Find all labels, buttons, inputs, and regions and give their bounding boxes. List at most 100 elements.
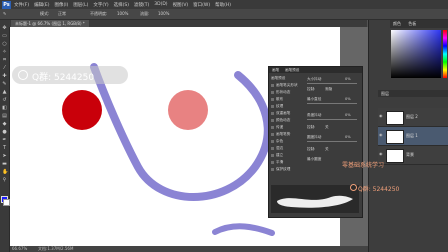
menu-image[interactable]: 图像(I) <box>54 2 68 8</box>
promo-line-1: 零基础系统学习 <box>342 162 385 169</box>
blur-tool-icon[interactable]: ◆ <box>2 122 7 127</box>
brush-option-item[interactable]: 画笔笔势 <box>271 132 290 137</box>
checkbox[interactable] <box>271 125 274 129</box>
pen-tool-icon[interactable]: ✒ <box>2 138 7 143</box>
brush-presets-button[interactable]: 画笔预设 <box>271 76 285 81</box>
eraser-tool-icon[interactable]: ◧ <box>2 106 7 111</box>
dodge-tool-icon[interactable]: ● <box>2 130 7 135</box>
opacity-input[interactable]: 100% <box>117 11 128 16</box>
brush-option-item[interactable]: 颜色动态 <box>271 118 290 123</box>
zoom-tool-icon[interactable]: ⚲ <box>2 178 7 183</box>
menu-window[interactable]: 窗口(W) <box>193 2 210 8</box>
control-label: 控制: <box>307 87 316 91</box>
color-picker-field[interactable] <box>391 30 441 78</box>
roundness-jitter-slider[interactable] <box>307 141 357 142</box>
eye-icon[interactable]: ◉ <box>379 152 383 156</box>
checkbox[interactable] <box>271 139 274 143</box>
brush-option-item[interactable]: 平滑 <box>271 160 283 165</box>
brush-tool-icon[interactable]: ✎ <box>3 11 6 16</box>
brush-option-item[interactable]: 保护纹理 <box>271 167 290 172</box>
checkbox[interactable] <box>271 160 274 164</box>
zoom-readout[interactable]: 66.67% <box>12 246 27 251</box>
path-select-tool-icon[interactable]: ➤ <box>2 154 7 159</box>
roundness-jitter-value[interactable]: 0% <box>345 135 351 139</box>
brush-option-item[interactable]: 形状动态 <box>271 90 290 95</box>
checkbox[interactable] <box>271 153 274 157</box>
eyedropper-tool-icon[interactable]: ⁄ <box>2 66 7 71</box>
brush-option-item[interactable]: 散布 <box>271 97 283 102</box>
pink-circle <box>168 90 208 130</box>
type-tool-icon[interactable]: T <box>2 146 7 151</box>
checkbox[interactable] <box>271 90 274 94</box>
layer-thumbnail <box>386 111 404 125</box>
checkbox[interactable] <box>271 132 274 136</box>
size-jitter-label: 大小抖动 <box>307 77 322 81</box>
checkbox[interactable] <box>271 83 274 87</box>
brush-tab[interactable]: 画笔 <box>272 68 279 73</box>
control-select[interactable]: 关 <box>325 147 329 152</box>
control-select[interactable]: 渐隐 <box>325 87 332 92</box>
checkbox[interactable] <box>271 97 274 101</box>
brush-option-item[interactable]: 湿边 <box>271 146 283 151</box>
checkbox[interactable] <box>271 146 274 150</box>
brush-option-item[interactable]: 双重画笔 <box>271 111 290 116</box>
lasso-tool-icon[interactable]: ○ <box>2 42 7 47</box>
flow-input[interactable]: 100% <box>158 11 169 16</box>
layer-row[interactable]: ◉ 图层 2 <box>378 108 448 127</box>
mode-select[interactable]: 正常 <box>58 11 66 17</box>
menu-type[interactable]: 文字(Y) <box>93 2 108 8</box>
red-circle <box>62 90 102 130</box>
brush-tool-icon[interactable]: ✎ <box>2 82 7 87</box>
menu-file[interactable]: 文件(F) <box>14 2 29 8</box>
size-jitter-slider[interactable] <box>307 83 357 84</box>
menu-layer[interactable]: 图层(L) <box>73 2 88 8</box>
crop-tool-icon[interactable]: ⌗ <box>2 58 7 63</box>
min-diameter-value[interactable]: 0% <box>345 97 351 101</box>
document-tab[interactable]: 未标题-1 @ 66.7% (图层 1, RGB/8) * <box>11 20 89 27</box>
size-jitter-value[interactable]: 0% <box>345 77 351 81</box>
eye-icon[interactable]: ◉ <box>379 114 383 118</box>
layer-name: 图层 2 <box>406 114 418 119</box>
min-diameter-label: 最小直径 <box>307 97 322 101</box>
eye-icon[interactable]: ◉ <box>379 133 383 137</box>
min-diameter-slider[interactable] <box>307 103 357 104</box>
quick-select-tool-icon[interactable]: ✧ <box>2 50 7 55</box>
stamp-tool-icon[interactable]: ▲ <box>2 90 7 95</box>
menu-filter[interactable]: 滤镜(T) <box>134 2 149 8</box>
layer-row[interactable]: ◉ 图层 1 <box>378 127 448 146</box>
color-tab[interactable]: 颜色 <box>393 21 401 26</box>
gradient-tool-icon[interactable]: ▤ <box>2 114 7 119</box>
checkbox[interactable] <box>271 167 274 171</box>
opacity-label: 不透明度: <box>90 11 108 16</box>
brush-option-item[interactable]: 纹理 <box>271 104 283 109</box>
menu-3d[interactable]: 3D(D) <box>154 2 167 7</box>
hue-slider[interactable] <box>443 30 447 78</box>
checkbox[interactable] <box>271 118 274 122</box>
brush-option-item[interactable]: 传递 <box>271 125 283 130</box>
history-brush-tool-icon[interactable]: ↺ <box>2 98 7 103</box>
options-bar: ✎ 模式: 正常 不透明度: 100% 流量: 100% <box>0 9 448 20</box>
watermark: Q群: 5244250 <box>12 66 128 84</box>
menu-select[interactable]: 选择(S) <box>114 2 129 8</box>
hand-tool-icon[interactable]: ✋ <box>2 170 8 175</box>
swatches-tab[interactable]: 色板 <box>408 21 416 26</box>
move-tool-icon[interactable]: ✥ <box>2 26 7 31</box>
angle-jitter-slider[interactable] <box>307 119 357 120</box>
brush-option-item[interactable]: 画笔笔尖形状 <box>271 83 298 88</box>
marquee-tool-icon[interactable]: ▭ <box>2 34 7 39</box>
menu-view[interactable]: 视图(V) <box>173 2 189 8</box>
menu-help[interactable]: 帮助(H) <box>215 2 231 8</box>
brush-option-item[interactable]: 杂色 <box>271 139 283 144</box>
layer-name: 图层 1 <box>406 133 418 138</box>
angle-jitter-value[interactable]: 0% <box>345 113 351 117</box>
brush-presets-tab[interactable]: 画笔预设 <box>285 68 299 73</box>
checkbox[interactable] <box>271 104 274 108</box>
control-select[interactable]: 关 <box>325 125 329 130</box>
healing-tool-icon[interactable]: ✚ <box>2 74 7 79</box>
checkbox[interactable] <box>271 111 274 115</box>
menu-edit[interactable]: 编辑(E) <box>34 2 49 8</box>
shape-tool-icon[interactable]: ▬ <box>2 162 7 167</box>
layers-tab[interactable]: 图层 <box>381 91 389 96</box>
background-color-swatch[interactable] <box>3 199 10 206</box>
brush-option-item[interactable]: 建立 <box>271 153 283 158</box>
